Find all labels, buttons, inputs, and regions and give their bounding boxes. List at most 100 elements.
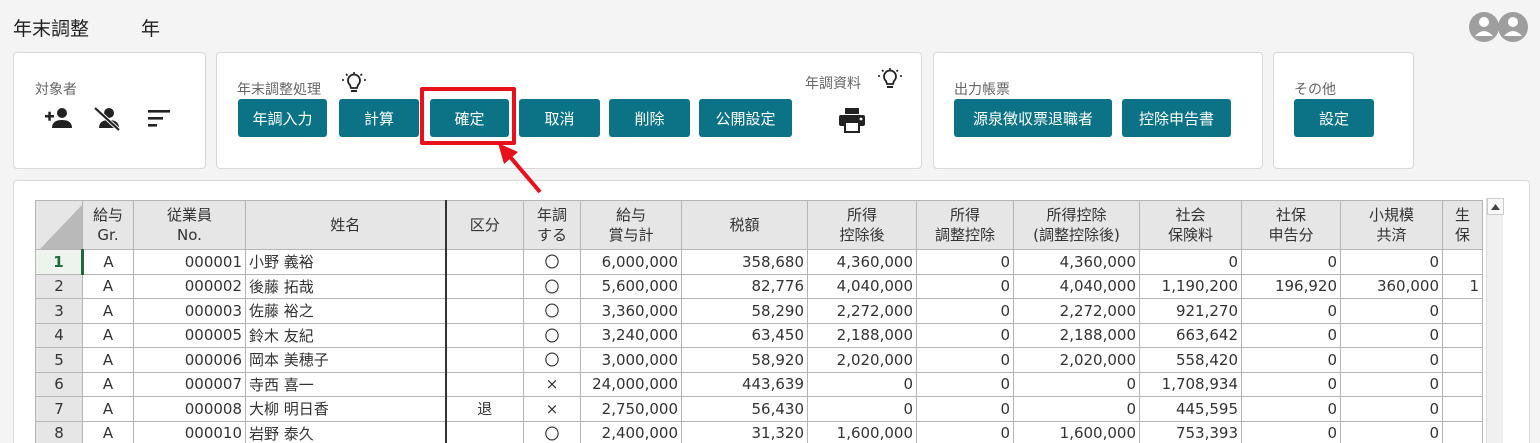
amount-cell: 4,360,000: [1013, 249, 1140, 275]
group-cell: A: [82, 322, 134, 348]
table-row[interactable]: 6 A 000007 寺西 喜一 × 24,000,000 443,639 0 0 0 1,708,…: [35, 371, 1483, 397]
column-header[interactable]: 社会 保険料: [1139, 200, 1242, 250]
withholding-retiree-button[interactable]: 源泉徴収票退職者: [954, 99, 1112, 137]
column-header[interactable]: 所得 調整控除: [916, 200, 1014, 250]
table-row[interactable]: 1 A 000001 小野 義裕〇 6,000,000 358,680 4,360,000 0…: [35, 249, 1483, 275]
amount-cell: 0: [1241, 396, 1341, 422]
person-add-icon[interactable]: [44, 103, 74, 133]
name-cell: 小野 義裕: [245, 249, 447, 275]
grid-corner: [35, 200, 83, 250]
lightbulb-icon[interactable]: [341, 71, 367, 97]
title-suffix: 年: [141, 18, 161, 40]
row-number[interactable]: 4: [35, 322, 83, 348]
column-header[interactable]: 所得控除 (調整控除後): [1013, 200, 1140, 250]
column-header[interactable]: 社保 申告分: [1241, 200, 1341, 250]
amount-cell: 0: [807, 371, 917, 397]
amount-cell: 3,240,000: [580, 322, 682, 348]
print-icon[interactable]: [837, 105, 867, 135]
amount-cell: 1,600,000: [807, 420, 917, 443]
row-number[interactable]: 7: [35, 396, 83, 422]
person-off-icon[interactable]: [92, 103, 122, 133]
amount-cell: 0: [1241, 347, 1341, 373]
amount-cell: 921,270: [1139, 298, 1242, 324]
amount-cell: 2,020,000: [1013, 347, 1140, 373]
table-row[interactable]: 7 A 000008 大柳 明日香退 × 2,750,000 56,430 0 0 0 445,59…: [35, 396, 1483, 422]
table-row[interactable]: 4 A 000005 鈴木 友紀〇 3,240,000 63,450 2,188,000 0 2…: [35, 322, 1483, 348]
cancel-button[interactable]: 取消: [519, 99, 600, 137]
amount-cell: 196,920: [1241, 273, 1341, 299]
calculate-button[interactable]: 計算: [339, 99, 419, 137]
adjust-flag-cell: 〇: [523, 298, 581, 324]
amount-cell: 0: [1241, 249, 1341, 275]
delete-button[interactable]: 削除: [609, 99, 690, 137]
column-header[interactable]: 生 保: [1442, 200, 1483, 250]
publish-settings-button[interactable]: 公開設定: [699, 99, 792, 137]
docs-lightbulb-icon[interactable]: [877, 67, 903, 93]
name-cell: 大柳 明日香: [245, 396, 447, 422]
column-header[interactable]: 給与 賞与計: [580, 200, 682, 250]
column-header[interactable]: 給与 Gr.: [82, 200, 134, 250]
amount-cell: 2,400,000: [580, 420, 682, 443]
column-header[interactable]: 姓名: [245, 200, 447, 250]
table-row[interactable]: 2 A 000002 後藤 拓哉〇 5,600,000 82,776 4,040,000 0 4…: [35, 273, 1483, 299]
row-number[interactable]: 5: [35, 347, 83, 373]
row-number[interactable]: 8: [35, 420, 83, 443]
processing-label: 年末調整処理: [237, 82, 321, 98]
row-number[interactable]: 1: [35, 249, 84, 275]
column-header[interactable]: 税額: [681, 200, 808, 250]
highlight-box: [420, 87, 516, 145]
column-header[interactable]: 年調 する: [523, 200, 581, 250]
table-row[interactable]: 8 A 000010 岩野 泰久〇 2,400,000 31,320 1,600,000 0 1…: [35, 420, 1483, 443]
group-cell: A: [82, 249, 134, 275]
category-cell: [445, 347, 524, 373]
table-row[interactable]: 5 A 000006 岡本 美穂子〇 3,000,000 58,920 2,020,000 0…: [35, 347, 1483, 373]
amount-cell: 24,000,000: [580, 371, 682, 397]
amount-cell: 0: [1241, 420, 1341, 443]
amount-cell: [1442, 396, 1483, 422]
amount-cell: 0: [1139, 249, 1242, 275]
output-panel: 出力帳票 源泉徴収票退職者 控除申告書: [933, 52, 1263, 169]
employee-no-cell: 000007: [133, 371, 246, 397]
scroll-up-icon[interactable]: [1487, 198, 1504, 215]
row-number[interactable]: 3: [35, 298, 83, 324]
name-cell: 佐藤 裕之: [245, 298, 447, 324]
amount-cell: 0: [1340, 298, 1443, 324]
amount-cell: 56,430: [681, 396, 808, 422]
user-avatars-icon[interactable]: [1467, 10, 1531, 44]
amount-cell: 58,920: [681, 347, 808, 373]
column-header[interactable]: 従業員 No.: [133, 200, 246, 250]
group-cell: A: [82, 396, 134, 422]
name-cell: 寺西 喜一: [245, 371, 447, 397]
amount-cell: 0: [1340, 396, 1443, 422]
amount-cell: [1442, 249, 1483, 275]
year-end-input-button[interactable]: 年調入力: [238, 99, 327, 137]
docs-label: 年調資料: [805, 76, 861, 92]
output-label: 出力帳票: [954, 82, 1010, 98]
vertical-scrollbar[interactable]: [1486, 198, 1504, 443]
amount-cell: [1442, 322, 1483, 348]
column-header[interactable]: 所得 控除後: [807, 200, 917, 250]
row-number[interactable]: 2: [35, 273, 83, 299]
amount-cell: 1,708,934: [1139, 371, 1242, 397]
column-header[interactable]: 区分: [445, 200, 524, 250]
amount-cell: 445,595: [1139, 396, 1242, 422]
settings-button[interactable]: 設定: [1294, 99, 1374, 137]
sort-icon[interactable]: [144, 103, 174, 133]
amount-cell: 2,272,000: [1013, 298, 1140, 324]
employee-no-cell: 000006: [133, 347, 246, 373]
target-panel: 対象者: [13, 52, 206, 169]
group-cell: A: [82, 347, 134, 373]
amount-cell: 1,190,200: [1139, 273, 1242, 299]
amount-cell: 0: [1241, 371, 1341, 397]
column-header[interactable]: 小規模 共済: [1340, 200, 1443, 250]
employee-grid: 給与 Gr. 従業員 No. 姓名 区分 年調 する 給与 賞与計 税額 所得 控除後 所得 調…: [13, 180, 1530, 443]
amount-cell: 0: [916, 322, 1014, 348]
deduction-form-button[interactable]: 控除申告書: [1122, 99, 1231, 137]
processing-panel: 年末調整処理 年調入力 計算 確定 取消 削除 公開設定 年調資料: [216, 52, 922, 169]
amount-cell: 2,750,000: [580, 396, 682, 422]
other-label: その他: [1294, 82, 1336, 98]
row-number[interactable]: 6: [35, 371, 83, 397]
table-row[interactable]: 3 A 000003 佐藤 裕之〇 3,360,000 58,290 2,272,000 0 2…: [35, 298, 1483, 324]
amount-cell: 31,320: [681, 420, 808, 443]
amount-cell: 4,360,000: [807, 249, 917, 275]
